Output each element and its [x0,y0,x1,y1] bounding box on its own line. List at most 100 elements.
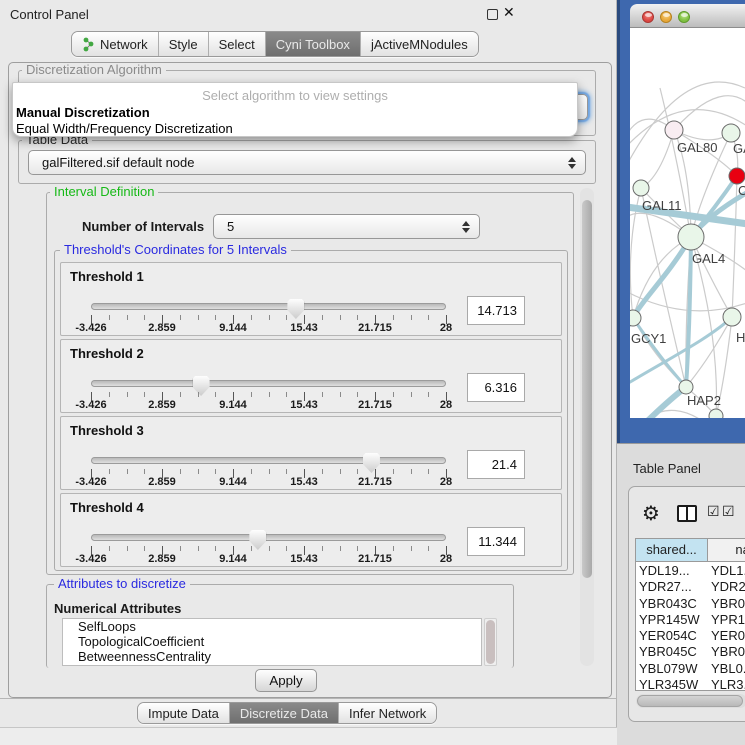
tick-mark [127,315,128,320]
tick-mark [357,469,358,474]
network-node[interactable] [729,168,745,184]
tab-network[interactable]: Network [72,32,159,56]
slider-track[interactable] [91,380,446,387]
cell-name[interactable]: YDL1... [708,563,745,579]
table-row[interactable]: YLR345WYLR3... [636,677,745,693]
tick-mark [322,546,323,551]
thresholds-group-title: Threshold's Coordinates for 5 Intervals [60,243,291,257]
dropdown-item-manual-discretization[interactable]: Manual Discretization [16,105,150,120]
threshold-label: Threshold 2 [70,346,144,361]
network-canvas[interactable]: GAL80GACGAL11GAL4GCY1HHAP2 [630,28,745,418]
cell-shared-name[interactable]: YBR043C [636,596,708,612]
network-node[interactable] [723,308,741,326]
tick-mark [144,546,145,551]
tick-label: 15.43 [290,399,318,411]
cell-shared-name[interactable]: YPR145W [636,612,708,628]
cell-name[interactable]: YPR1... [708,612,745,628]
tab-discretize-data[interactable]: Discretize Data [230,703,339,723]
table-row[interactable]: YBL079WYBL0... [636,661,745,677]
gear-icon[interactable]: ⚙ [642,501,660,525]
cell-name[interactable]: YLR3... [708,677,745,693]
panel-scrollbar-thumb[interactable] [582,200,592,578]
tab-cyni-toolbox[interactable]: Cyni Toolbox [266,32,361,56]
checkbox-icon[interactable]: ☑ [707,504,720,520]
close-traffic-light-icon[interactable] [642,11,654,23]
tab-select[interactable]: Select [209,32,266,56]
tab-infer-network[interactable]: Infer Network [339,703,436,723]
cell-shared-name[interactable]: YDL19... [636,563,708,579]
network-node[interactable] [722,124,740,142]
close-icon[interactable]: ✕ [503,5,515,21]
numerical-attributes-list[interactable]: SelfLoopsTopologicalCoefficientBetweenne… [62,618,482,666]
apply-button[interactable]: Apply [255,669,317,692]
slider-track[interactable] [91,457,446,464]
cell-shared-name[interactable]: YBL079W [636,661,708,677]
tab-label: Discretize Data [240,706,328,721]
cell-shared-name[interactable]: YER054C [636,628,708,644]
threshold-value-field[interactable] [467,450,525,479]
tab-jactivemnodules[interactable]: jActiveMNodules [361,32,478,56]
table-hscrollbar-thumb[interactable] [637,695,743,707]
node-label: GA [733,141,745,156]
slider-track[interactable] [91,534,446,541]
table-data-combobox[interactable]: galFiltered.sif default node [28,150,586,175]
attributes-scrollbar-thumb[interactable] [486,620,495,664]
attribute-item[interactable]: BetweennessCentrality [63,649,481,664]
cell-name[interactable]: YBL0... [708,661,745,677]
cell-name[interactable]: YBR0... [708,596,745,612]
checkbox-icon[interactable]: ☑ [722,504,735,520]
tick-label: 21.715 [358,322,392,334]
tab-style[interactable]: Style [159,32,209,56]
table-row[interactable]: YER054CYER0... [636,628,745,644]
network-node[interactable] [630,310,641,326]
threshold-value-field[interactable] [467,527,525,556]
attribute-item[interactable]: SelfLoops [63,619,481,634]
discretization-algorithm-group-title: Discretization Algorithm [22,63,166,77]
network-node[interactable] [665,121,683,139]
dropdown-item-equal-width[interactable]: Equal Width/Frequency Discretization [16,121,233,136]
tab-impute-data[interactable]: Impute Data [138,703,230,723]
tick-mark [251,392,252,397]
column-header-name[interactable]: na... [708,539,745,562]
threshold-value-field[interactable] [467,373,525,402]
attributes-scrollbar[interactable] [484,618,497,666]
cell-name[interactable]: YER0... [708,628,745,644]
number-of-intervals-combobox[interactable]: 5 [213,214,480,239]
float-window-icon[interactable] [487,9,498,20]
tick-mark [251,315,252,320]
tick-mark [340,392,341,397]
network-node[interactable] [709,409,723,418]
tick-mark [144,469,145,474]
columns-icon[interactable] [677,505,697,522]
tick-mark [180,469,181,474]
spinner-icon [462,221,470,233]
dropdown-hint: Select algorithm to view settings [13,88,577,103]
table-row[interactable]: YDR27...YDR2... [636,579,745,595]
cell-shared-name[interactable]: YBR045C [636,644,708,660]
slider-track[interactable] [91,303,446,310]
cell-shared-name[interactable]: YDR27... [636,579,708,595]
control-panel-title: Control Panel [10,7,89,22]
column-header-shared-name[interactable]: shared... [636,539,708,562]
network-window-titlebar[interactable] [630,4,745,28]
cell-shared-name[interactable]: YLR345W [636,677,708,693]
cell-name[interactable]: YBR0... [708,644,745,660]
tick-mark [340,315,341,320]
table-row[interactable]: YBR043CYBR0... [636,596,745,612]
minimize-traffic-light-icon[interactable] [660,11,672,23]
zoom-traffic-light-icon[interactable] [678,11,690,23]
threshold-label: Threshold 1 [70,269,144,284]
tick-mark [286,469,287,474]
table-row[interactable]: YPR145WYPR1... [636,612,745,628]
tick-mark [127,392,128,397]
threshold-4-box: Threshold 4 -3.426 2.859 9.144 15.43 21.… [60,493,562,567]
cell-name[interactable]: YDR2... [708,579,745,595]
threshold-value-field[interactable] [467,296,525,325]
network-node[interactable] [633,180,649,196]
table-row[interactable]: YDL19...YDL1... [636,563,745,579]
network-node[interactable] [678,224,704,250]
tick-mark [109,546,110,551]
network-node[interactable] [679,380,693,394]
table-row[interactable]: YBR045CYBR0... [636,644,745,660]
attribute-item[interactable]: TopologicalCoefficient [63,634,481,649]
